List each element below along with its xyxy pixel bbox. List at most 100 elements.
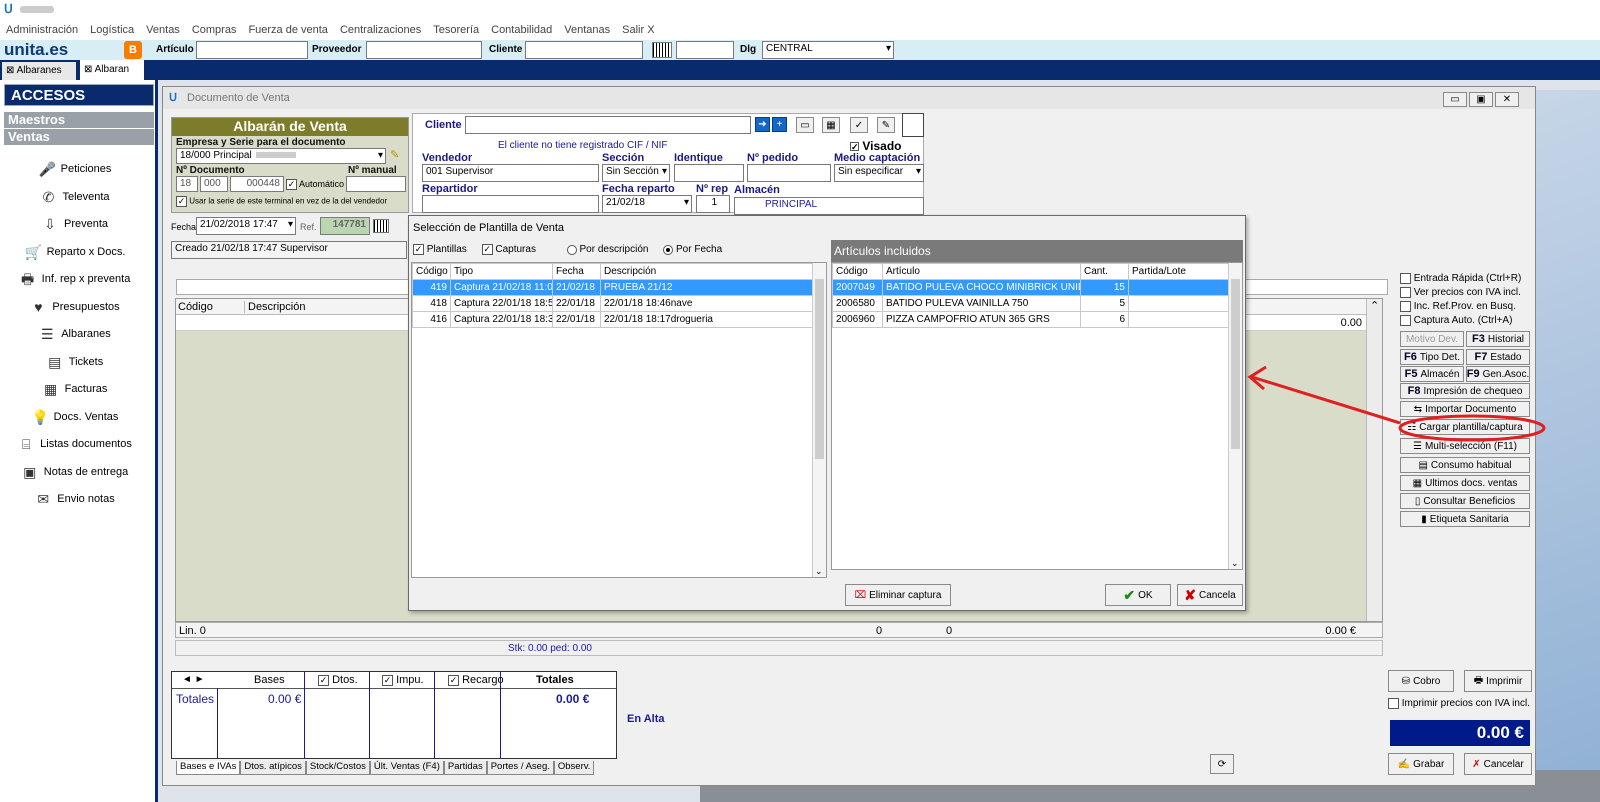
grabar-button[interactable]: ✍ Grabar (1388, 753, 1454, 775)
sidebar-item[interactable]: ☰ Albaranes (0, 326, 150, 342)
menu-item[interactable]: Contabilidad (491, 24, 552, 36)
repartidor-input[interactable] (422, 195, 599, 213)
identique-input[interactable] (674, 164, 744, 182)
bottom-tab[interactable]: Stock/Costos (305, 761, 370, 775)
scroll-up-icon[interactable]: ⌃ (1370, 299, 1379, 312)
npedido-input[interactable] (747, 164, 831, 182)
consultar-beneficios-button[interactable]: ▯ Consultar Beneficios (1400, 493, 1530, 509)
calendar-icon[interactable]: ▦ (822, 117, 840, 133)
etiqueta-sanitaria-button[interactable]: ▮ Etiqueta Sanitaria (1400, 511, 1530, 527)
nrep-stepper[interactable]: 1 (696, 195, 730, 213)
sidebar-maestros[interactable]: Maestros (4, 112, 154, 128)
option-checkbox[interactable]: Captura Auto. (Ctrl+A) (1400, 315, 1530, 328)
document-edit-icon[interactable]: ✎ (877, 117, 895, 133)
ndoc-year[interactable]: 18 (176, 176, 198, 192)
scroll-down-icon[interactable]: ⌄ (815, 566, 823, 577)
articulo-input[interactable] (196, 41, 308, 59)
option-checkbox[interactable]: Entrada Rápida (Ctrl+R) (1400, 273, 1530, 286)
table-row[interactable]: 2006580 BATIDO PULEVA VAINILLA 750 5 (832, 295, 1229, 312)
checkbox-box[interactable] (1400, 287, 1411, 298)
barcode-icon[interactable] (373, 219, 389, 233)
blogger-icon[interactable]: B (124, 41, 142, 59)
plantillas-scrollbar[interactable]: ⌄ (812, 263, 826, 577)
almacen-select[interactable]: PRINCIPAL (734, 197, 924, 215)
bottom-tab[interactable]: Bases e IVAs (176, 761, 241, 775)
ndoc-series[interactable]: 000 (200, 176, 228, 192)
plantillas-checkbox[interactable]: ✓ Plantillas (413, 244, 467, 255)
empresa-select[interactable]: 18/000 Principal ▾ (176, 148, 386, 164)
nmanual-input[interactable] (346, 176, 406, 192)
sidebar-item[interactable]: ⌸ Listas documentos (0, 436, 150, 452)
sidebar-item[interactable]: ✉ Envio notas (0, 491, 150, 507)
seccion-select[interactable]: Sin Sección ▾ (602, 164, 670, 182)
proveedor-input[interactable] (366, 41, 482, 59)
table-row[interactable]: 416 Captura 22/01/18 18:37 22/01/18 22/01/1… (412, 311, 813, 328)
estado-button[interactable]: F7 Estado (1466, 349, 1530, 365)
cobro-button[interactable]: ⛁ Cobro (1388, 670, 1454, 692)
empresa-action-icon[interactable]: ✎ (390, 148, 399, 161)
column-header[interactable]: Tipo (450, 263, 553, 280)
column-header[interactable]: Descripción (600, 263, 813, 280)
consumo-habitual-button[interactable]: ▤ Consumo habitual (1400, 457, 1530, 473)
menu-item[interactable]: Logística (90, 24, 134, 36)
historial-button[interactable]: F3 Historial (1466, 331, 1530, 347)
automatico-checkbox[interactable]: ✓ Automático (286, 179, 344, 191)
option-checkbox[interactable]: Inc. Ref.Prov. en Busq. (1400, 301, 1530, 314)
tab-albaranes[interactable]: ⊠ Albaranes (2, 62, 76, 80)
bottom-tab[interactable]: Observ. (553, 761, 595, 775)
sidebar-item[interactable]: 🛒 Reparto x Docs. (0, 244, 150, 260)
barcode-input[interactable] (676, 41, 734, 59)
creado-select[interactable]: Creado 21/02/18 17:47 Supervisor (171, 241, 407, 259)
column-header[interactable]: Artículo (882, 263, 1081, 280)
ndoc-number[interactable]: 000448 (230, 176, 284, 192)
bottom-tab[interactable]: Últ. Ventas (F4) (369, 761, 444, 775)
usar-serie-checkbox[interactable]: ✓ Usar la serie de este terminal en vez … (176, 196, 387, 207)
maximize-button[interactable]: ▣ (1469, 92, 1493, 107)
vendedor-input[interactable]: 001 Supervisor (422, 164, 599, 182)
cliente-input[interactable] (465, 116, 751, 134)
totals-impu-h[interactable]: ✓ Impu. (382, 674, 424, 686)
bottom-tab[interactable]: Partidas (443, 761, 487, 775)
menu-item[interactable]: Ventas (146, 24, 180, 36)
bottom-tab[interactable]: Dtos. atípicos (240, 761, 306, 775)
col-descripcion[interactable]: Descripción (244, 301, 305, 313)
col-codigo[interactable]: Código (178, 301, 213, 313)
add-icon[interactable]: + (772, 117, 787, 132)
ultimos-docs-button[interactable]: ▦ Ultimos docs. ventas (1400, 475, 1530, 491)
barcode-icon[interactable] (652, 42, 672, 58)
menu-item[interactable]: Fuerza de venta (248, 24, 328, 36)
sidebar-item[interactable]: 💡 Docs. Ventas (0, 409, 150, 425)
grid-scrollbar[interactable]: ⌃ (1366, 299, 1382, 621)
checkbox-box[interactable] (1400, 315, 1411, 326)
checkbox-box[interactable] (1400, 301, 1411, 312)
close-icon[interactable]: ⊠ (6, 65, 14, 76)
motivo-dev-button[interactable]: Motivo Dev. (1400, 331, 1464, 347)
sidebar-item[interactable]: ♥ Presupuestos (0, 299, 150, 315)
sidebar-item[interactable]: ▤ Tickets (0, 354, 150, 370)
column-header[interactable]: Cant. (1080, 263, 1129, 280)
imprimir-button[interactable]: 🖶 Imprimir (1464, 670, 1532, 692)
cancelar-button[interactable]: ✗ Cancelar (1464, 753, 1532, 775)
table-row[interactable]: 418 Captura 22/01/18 18:57 22/01/18 22/01/1… (412, 295, 813, 312)
sidebar-item[interactable]: ⇩ Preventa (0, 216, 150, 232)
fecha-reparto-input[interactable]: 21/02/18 ▾ (602, 195, 692, 213)
fecha-input[interactable]: 21/02/2018 17:47 ▾ (196, 217, 296, 235)
sidebar-item[interactable]: ✆ Televenta (0, 189, 150, 205)
column-header[interactable]: Fecha (552, 263, 601, 280)
imprimir-iva-checkbox[interactable]: Imprimir precios con IVA incl. (1388, 698, 1530, 709)
menu-item[interactable]: Salir X (622, 24, 654, 36)
scroll-thumb[interactable] (1231, 279, 1240, 449)
capturas-checkbox[interactable]: ✓ Capturas (481, 244, 536, 255)
table-row[interactable]: 2006960 PIZZA CAMPOFRIO ATUN 365 GRS 6 (832, 311, 1229, 328)
check-icon[interactable]: ✓ (850, 117, 868, 133)
medio-select[interactable]: Sin especificar ▾ (834, 164, 924, 182)
table-row[interactable]: 419 Captura 21/02/18 11:09 21/02/18 PRUEBA … (412, 279, 813, 296)
table-row[interactable]: 2007049 BATIDO PULEVA CHOCO MINIBRICK UNI… (832, 279, 1229, 296)
por-fecha-radio[interactable]: Por Fecha (663, 244, 722, 255)
sidebar-item[interactable]: ▣ Notas de entrega (0, 464, 150, 480)
totals-recargo-h[interactable]: ✓ Recargo (448, 674, 504, 686)
scroll-thumb[interactable] (815, 279, 824, 459)
minimize-button[interactable]: ▭ (1443, 92, 1467, 107)
menu-item[interactable]: Ventanas (564, 24, 610, 36)
dlg-select[interactable]: CENTRAL ▾ (762, 41, 894, 59)
